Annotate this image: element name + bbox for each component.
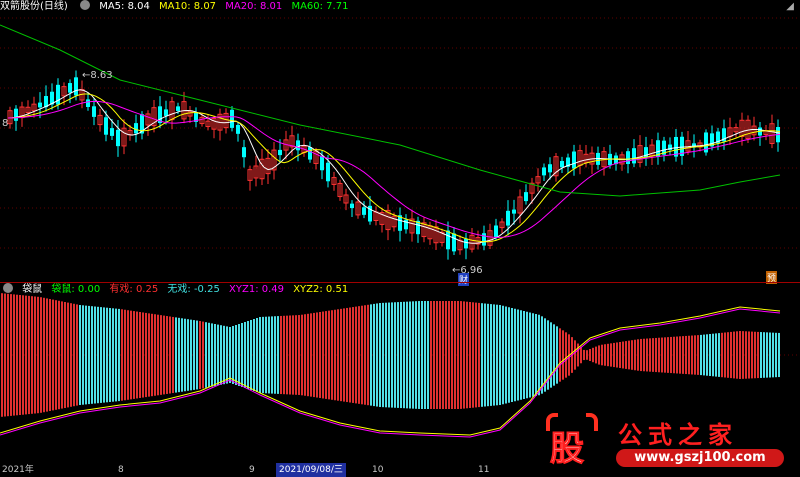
candle-body (572, 151, 576, 169)
ma60-line (0, 24, 781, 197)
candle-body (134, 123, 138, 134)
youxi-label: 有戏: 0.25 (109, 284, 159, 295)
candle-body (464, 238, 468, 249)
candle-body (494, 225, 498, 238)
logo-horn-icon (586, 413, 598, 431)
crosshair-date: 2021/09/08/三 (276, 463, 346, 477)
gear-icon[interactable] (3, 283, 13, 293)
left-price-tick: 8 (2, 118, 9, 129)
xyz1-label: XYZ1: 0.49 (229, 284, 285, 295)
candle-body (308, 147, 312, 160)
candle-body (68, 83, 72, 93)
axis-month-10: 10 (372, 465, 384, 475)
candle-body (230, 109, 234, 128)
logo-emblem: 股 (542, 413, 602, 470)
candle-body (14, 108, 18, 121)
candle-body (548, 164, 552, 173)
ma10-label: MA10: 8.07 (159, 1, 217, 12)
axis-year: 2021年 (2, 465, 34, 475)
candle-body (296, 140, 300, 151)
wuxi-label: 无戏: -0.25 (167, 284, 220, 295)
candle-body (506, 210, 510, 226)
candle-body (320, 155, 324, 171)
logo-char: 股 (550, 429, 585, 470)
candle-body (92, 106, 96, 117)
candle-body (242, 147, 246, 158)
candle-body (626, 151, 630, 164)
ma5-label: MA5: 8.04 (99, 1, 150, 12)
axis-month-11: 11 (478, 465, 490, 475)
candle-body (482, 233, 486, 246)
logo-name: 公式之家 (618, 420, 738, 449)
candle-body (38, 102, 42, 108)
candle-body (278, 149, 282, 156)
candle-body (116, 129, 120, 147)
price-chart-panel[interactable]: 双箭股份(日线) MA5: 8.04 MA10: 8.07 MA20: 8.01… (0, 0, 800, 286)
candlestick-chart[interactable] (0, 0, 800, 282)
indicator-header: 袋鼠 袋鼠: 0.00 有戏: 0.25 无戏: -0.25 XYZ1: 0.4… (0, 283, 354, 297)
candle-body (86, 99, 90, 107)
candle-body (236, 124, 240, 134)
stock-title: 双箭股份(日线) (0, 1, 68, 12)
candle-body (74, 77, 78, 96)
daishu-label: 袋鼠: 0.00 (51, 284, 101, 295)
window-control-icon[interactable]: ◢ (786, 1, 794, 12)
candle-body (446, 230, 450, 250)
indicator-title: 袋鼠 (22, 284, 43, 295)
high-price-label: ←8.63 (82, 70, 113, 81)
candle-body (632, 148, 636, 164)
axis-month-9: 9 (249, 465, 255, 475)
candle-body (512, 209, 516, 214)
candle-body (164, 109, 168, 116)
candle-body (110, 128, 114, 136)
xyz2-label: XYZ2: 0.51 (293, 284, 349, 295)
logo-url: www.gszj100.com (616, 449, 784, 467)
ma60-label: MA60: 7.71 (291, 1, 349, 12)
axis-month-8: 8 (118, 465, 124, 475)
candle-body (350, 203, 354, 209)
price-header: 双箭股份(日线) MA5: 8.04 MA10: 8.07 MA20: 8.01… (0, 0, 354, 14)
candle-body (542, 167, 546, 176)
ma20-label: MA20: 8.01 (225, 1, 283, 12)
candle-body (104, 117, 108, 135)
candle-body (326, 162, 330, 182)
candle-body (404, 219, 408, 230)
gear-icon[interactable] (80, 0, 90, 10)
candle-body (560, 161, 564, 168)
watermark-logo: 股 公式之家 www.gszj100.com (542, 413, 792, 471)
candle-body (452, 233, 456, 252)
candle-body (362, 207, 366, 215)
candle-body (176, 106, 180, 111)
candle-body (524, 192, 528, 202)
